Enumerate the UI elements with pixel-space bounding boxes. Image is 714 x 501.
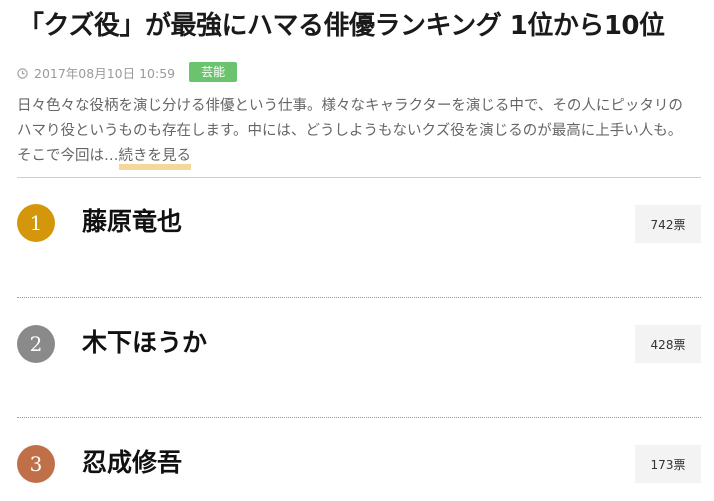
ranking-item-2[interactable]: 2 木下ほうか 428票 xyxy=(17,321,701,381)
vote-count-button[interactable]: 173票 xyxy=(635,445,701,483)
article-meta: 2017年08月10日 10:59 芸能 xyxy=(17,62,238,82)
vote-count-button[interactable]: 742票 xyxy=(635,205,701,243)
ranking-name[interactable]: 藤原竜也 xyxy=(82,200,182,244)
ranking-name[interactable]: 木下ほうか xyxy=(82,321,207,365)
publish-date: 2017年08月10日 10:59 xyxy=(34,65,176,81)
article-title: 「クズ役」が最強にハマる俳優ランキング 1位から10位 xyxy=(18,11,665,41)
ranking-item-1[interactable]: 1 藤原竜也 742票 xyxy=(17,200,701,260)
vote-count-button[interactable]: 428票 xyxy=(635,325,701,363)
rank-number-badge: 1 xyxy=(17,204,55,242)
divider xyxy=(17,177,701,178)
clock-icon xyxy=(17,67,28,79)
rank-number-badge: 2 xyxy=(17,325,55,363)
description-text: 日々色々な役柄を演じ分ける俳優という仕事。様々なキャラクターを演じる中で、その人… xyxy=(17,98,683,164)
ranking-name[interactable]: 忍成修吾 xyxy=(82,441,182,485)
read-more-link[interactable]: 続きを見る xyxy=(118,148,191,170)
divider xyxy=(17,297,701,298)
ranking-item-3[interactable]: 3 忍成修吾 173票 xyxy=(17,441,701,501)
divider xyxy=(17,417,701,418)
category-badge[interactable]: 芸能 xyxy=(189,62,238,82)
rank-number-badge: 3 xyxy=(17,445,55,483)
article-description: 日々色々な役柄を演じ分ける俳優という仕事。様々なキャラクターを演じる中で、その人… xyxy=(17,94,697,170)
